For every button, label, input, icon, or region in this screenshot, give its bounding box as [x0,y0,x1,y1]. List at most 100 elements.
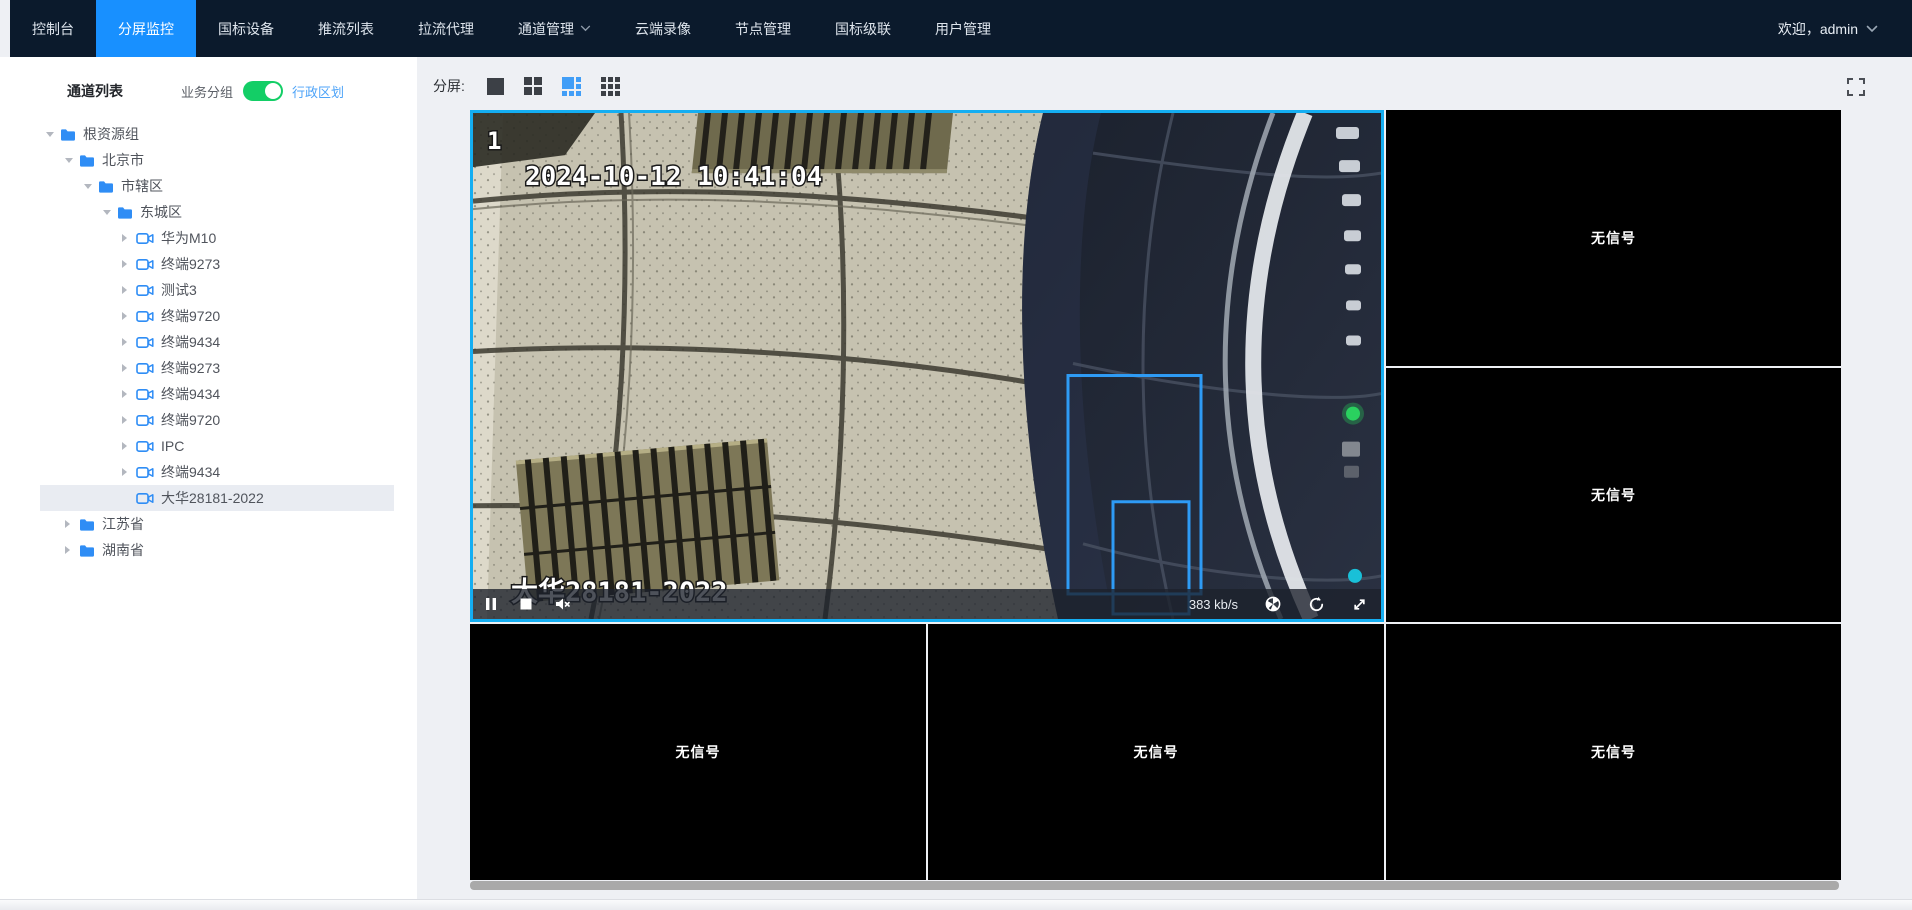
tree-item-label: 终端9434 [161,384,220,404]
caret-right-icon[interactable] [122,312,134,320]
camera-icon [136,414,154,427]
nav-item-label: 用户管理 [935,19,991,39]
nav-item-gb-cascade[interactable]: 国标级联 [813,0,913,57]
tree-item[interactable]: 终端9434 [40,459,394,485]
camera-icon [136,388,154,401]
tree-item[interactable]: 江苏省 [40,511,394,537]
caret-down-icon[interactable] [65,158,77,163]
sidebar-title: 通道列表 [67,81,123,101]
nav-item-gb-device[interactable]: 国标设备 [196,0,296,57]
horizontal-scrollbar[interactable] [470,881,1839,890]
tree-item-label: 终端9434 [161,332,220,352]
video-tile-2[interactable]: 无信号 [1386,110,1841,366]
chevron-down-icon [1866,25,1878,33]
no-signal-label: 无信号 [1134,742,1179,762]
fullscreen-button[interactable] [1845,76,1867,98]
caret-down-icon[interactable] [46,132,58,137]
tree-item[interactable]: 市辖区 [40,173,394,199]
nav-item-push-list[interactable]: 推流列表 [296,0,396,57]
nav-item-label: 国标设备 [218,19,274,39]
tree-item-label: 江苏省 [102,514,144,534]
tree-item[interactable]: 测试3 [40,277,394,303]
live-video-frame: 1 2024-10-12 10:41:04 大华28181-2022 [473,113,1381,619]
split-6-button[interactable] [562,77,581,96]
video-tile-3[interactable]: 无信号 [1386,368,1841,622]
tree-item-label: 华为M10 [161,228,216,248]
camera-icon [136,440,154,453]
split-9-button[interactable] [601,77,620,96]
caret-right-icon[interactable] [122,364,134,372]
split-toolbar: 分屏: [433,72,620,100]
tree-item[interactable]: 终端9434 [40,381,394,407]
caret-right-icon[interactable] [122,442,134,450]
no-signal-label: 无信号 [1591,228,1636,248]
tree-item[interactable]: 终端9273 [40,355,394,381]
split-1-button[interactable] [487,78,504,95]
user-menu[interactable]: 欢迎，admin [1778,0,1912,57]
camera-icon [136,362,154,375]
fullscreen-icon [1846,77,1866,97]
expand-button[interactable] [1352,597,1367,612]
caret-down-icon[interactable] [103,210,115,215]
caret-right-icon[interactable] [122,234,134,242]
split-icon-cell [487,78,504,95]
user-greeting: 欢迎，admin [1778,19,1858,39]
split-icon-cell [615,91,620,96]
video-tile-6[interactable]: 无信号 [1386,624,1841,880]
tree-item-label: 湖南省 [102,540,144,560]
split-icon-cell [608,91,613,96]
split-icon-cell [534,77,542,85]
tree-item[interactable]: 终端9720 [40,407,394,433]
nav-item-cloud-record[interactable]: 云端录像 [613,0,713,57]
caret-right-icon[interactable] [122,286,134,294]
nav-item-label: 国标级联 [835,19,891,39]
stop-button[interactable] [520,598,532,610]
tree-item[interactable]: 终端9273 [40,251,394,277]
nav-item-label: 节点管理 [735,19,791,39]
split-icon-cell [576,84,581,89]
nav-item-node-manage[interactable]: 节点管理 [713,0,813,57]
nav-item-pull-proxy[interactable]: 拉流代理 [396,0,496,57]
player-control-bar: 383 kb/s [473,589,1381,619]
caret-right-icon[interactable] [65,546,77,554]
refresh-button[interactable] [1308,596,1325,613]
tree-item[interactable]: 终端9434 [40,329,394,355]
tree-item[interactable]: 华为M10 [40,225,394,251]
tree-item-label: 东城区 [140,202,182,222]
tree-item[interactable]: 北京市 [40,147,394,173]
camera-icon [136,284,154,297]
pause-button[interactable] [485,597,497,611]
split-icon-cell [524,87,532,95]
tree-item[interactable]: 大华28181-2022 [40,485,394,511]
split-4-button[interactable] [524,77,542,95]
tree-item-label: 终端9434 [161,462,220,482]
nav-item-console[interactable]: 控制台 [10,0,96,57]
caret-right-icon[interactable] [65,520,77,528]
caret-right-icon[interactable] [122,416,134,424]
nav-item-split-monitor[interactable]: 分屏监控 [96,0,196,57]
nav-item-label: 分屏监控 [118,19,174,39]
split-label: 分屏: [433,76,465,96]
nav-item-user-manage[interactable]: 用户管理 [913,0,1013,57]
video-tile-5[interactable]: 无信号 [928,624,1384,880]
tree-item-label: 终端9720 [161,410,220,430]
caret-down-icon[interactable] [84,184,96,189]
split-icon-cell [562,77,574,89]
split-mode-buttons [487,77,620,96]
caret-right-icon[interactable] [122,260,134,268]
tree-item[interactable]: 湖南省 [40,537,394,563]
tree-item[interactable]: 东城区 [40,199,394,225]
video-tile-1[interactable]: 1 2024-10-12 10:41:04 大华28181-2022 [470,110,1384,622]
caret-right-icon[interactable] [122,338,134,346]
snapshot-button[interactable] [1265,596,1281,612]
video-tile-4[interactable]: 无信号 [470,624,926,880]
no-signal-label: 无信号 [1591,485,1636,505]
tree-item[interactable]: 终端9720 [40,303,394,329]
tree-item[interactable]: 根资源组 [40,121,394,147]
nav-item-channel-manage[interactable]: 通道管理 [496,0,613,57]
tree-item[interactable]: IPC [40,433,394,459]
caret-right-icon[interactable] [122,468,134,476]
business-group-toggle[interactable] [243,81,283,101]
mute-button[interactable] [555,597,571,611]
caret-right-icon[interactable] [122,390,134,398]
